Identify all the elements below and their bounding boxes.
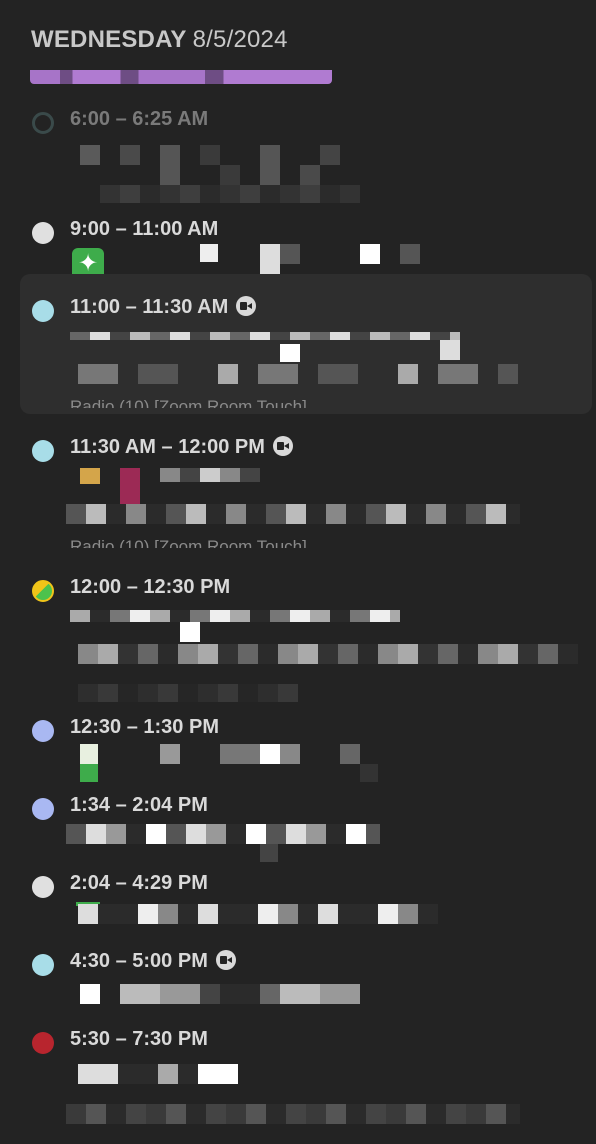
date-label: 8/5/2024: [192, 26, 288, 53]
video-camera-icon: [236, 296, 257, 316]
calendar-dot: [32, 1032, 54, 1054]
calendar-dot: [32, 720, 54, 742]
event-time: 11:30 AM – 12:00 PM: [70, 436, 293, 459]
calendar-dot: [32, 580, 54, 602]
event-time: 9:00 – 11:00 AM: [70, 218, 219, 240]
event-time: 12:30 – 1:30 PM: [70, 716, 219, 738]
calendar-dot: [32, 798, 54, 820]
event-time: 1:34 – 2:04 PM: [70, 794, 208, 816]
video-camera-icon: [215, 950, 236, 970]
calendar-dot: [32, 954, 54, 976]
event-time: 2:04 – 4:29 PM: [70, 872, 208, 894]
event-time: 6:00 – 6:25 AM: [70, 108, 209, 130]
calendar-dot: [32, 440, 54, 462]
calendar-dot: [32, 112, 54, 134]
event-time: 12:00 – 12:30 PM: [70, 576, 231, 598]
video-camera-icon: [272, 436, 293, 456]
calendar-dot: [32, 300, 54, 322]
calendar-dot: [32, 222, 54, 244]
all-day-event-bar[interactable]: [30, 70, 332, 84]
event-location: Radio (10) [Zoom Room Touch]: [70, 397, 307, 408]
event-time: 4:30 – 5:00 PM: [70, 950, 236, 973]
day-header: WEDNESDAY 8/5/2024: [31, 26, 288, 54]
event-time: 11:00 – 11:30 AM: [70, 296, 257, 319]
event-time: 5:30 – 7:30 PM: [70, 1028, 208, 1050]
event-location: Radio (10) [Zoom Room Touch]: [70, 537, 307, 548]
selection-highlight: [20, 274, 592, 414]
calendar-dot: [32, 876, 54, 898]
day-of-week: WEDNESDAY: [31, 26, 187, 53]
